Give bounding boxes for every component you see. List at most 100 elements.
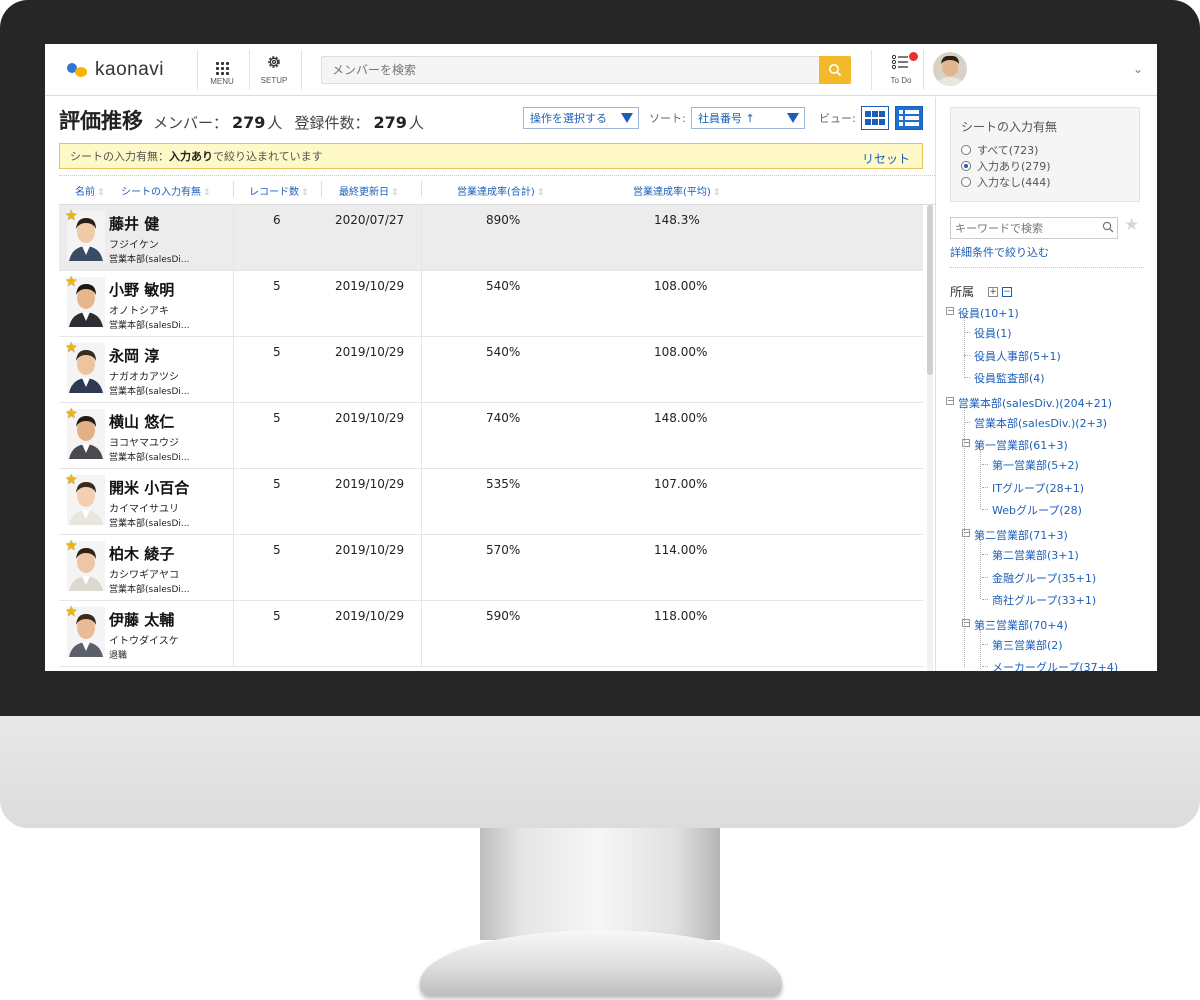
employee-name[interactable]: 永岡 淳 bbox=[109, 345, 159, 366]
divider bbox=[197, 50, 198, 90]
org-tree-node[interactable]: メーカーグループ(37+4) bbox=[992, 659, 1118, 671]
org-tree-node[interactable]: 第一営業部(5+2) bbox=[992, 457, 1079, 473]
filter-suffix: で絞り込まれています bbox=[213, 150, 323, 163]
table-row[interactable]: ★ 横山 悠仁 ヨコヤマユウジ 営業本部(salesDi... 5 2019/10/29 7… bbox=[59, 403, 923, 469]
last-updated-cell: 2020/07/27 bbox=[335, 213, 405, 227]
tree-collapse-icon[interactable]: − bbox=[962, 529, 970, 537]
action-select-label: 操作を選択する bbox=[530, 112, 607, 125]
sales-average-cell: 108.00% bbox=[654, 279, 708, 293]
members-label: メンバー： bbox=[153, 114, 229, 132]
org-tree-node[interactable]: 第二営業部(3+1) bbox=[992, 547, 1079, 563]
user-avatar[interactable] bbox=[933, 52, 967, 86]
favorite-star-icon[interactable]: ★ bbox=[65, 407, 78, 421]
tree-collapse-icon[interactable]: − bbox=[946, 307, 954, 315]
member-search-input[interactable] bbox=[322, 57, 812, 83]
favorite-star-icon[interactable]: ★ bbox=[65, 473, 78, 487]
grid-view-button[interactable] bbox=[861, 106, 889, 130]
chevron-down-icon[interactable]: ⌄ bbox=[1133, 62, 1143, 76]
advanced-filter-link[interactable]: 詳細条件で絞り込む bbox=[950, 244, 1049, 260]
table-row[interactable]: ★ 藤井 健フジイケン 営業本部(salesDi... 6 2020/07/27 890%… bbox=[59, 205, 923, 271]
filter-prefix: シートの入力有無： bbox=[70, 150, 169, 163]
last-updated-cell: 2019/10/29 bbox=[335, 477, 405, 491]
search-button[interactable] bbox=[819, 56, 851, 84]
employee-name[interactable]: 開米 小百合 bbox=[109, 477, 189, 498]
column-header-records[interactable]: レコード数 ⇕ bbox=[249, 183, 309, 198]
radio-button[interactable] bbox=[961, 177, 971, 187]
radio-option-filled[interactable]: 入力あり(279) bbox=[961, 158, 1051, 174]
todo-button[interactable]: To Do bbox=[881, 50, 921, 90]
org-tree-node[interactable]: 第一営業部(61+3) bbox=[974, 437, 1068, 453]
scrollbar[interactable] bbox=[927, 205, 933, 671]
column-header-total[interactable]: 営業達成率(合計) ⇕ bbox=[457, 183, 544, 198]
employee-name[interactable]: 小野 敏明 bbox=[109, 279, 174, 300]
sort-arrows-icon: ⇕ bbox=[536, 188, 545, 198]
divider bbox=[249, 50, 250, 90]
tree-connector bbox=[982, 599, 988, 600]
search-icon[interactable] bbox=[1102, 221, 1114, 233]
favorite-star-icon[interactable]: ★ bbox=[65, 209, 78, 223]
tree-collapse-icon[interactable]: − bbox=[946, 397, 954, 405]
setup-button[interactable]: SETUP bbox=[251, 50, 297, 90]
org-tree-node[interactable]: 第三営業部(70+4) bbox=[974, 617, 1068, 633]
org-tree-node[interactable]: Webグループ(28) bbox=[992, 502, 1082, 518]
radio-label: 入力あり(279) bbox=[977, 160, 1051, 173]
column-header-updated[interactable]: 最終更新日 ⇕ bbox=[339, 183, 399, 198]
org-tree-node[interactable]: 営業本部(salesDiv.)(2+3) bbox=[974, 415, 1107, 431]
divider bbox=[233, 271, 234, 337]
org-tree-node[interactable]: 金融グループ(35+1) bbox=[992, 570, 1096, 586]
org-tree-node[interactable]: 役員監査部(4) bbox=[974, 370, 1045, 386]
table-row[interactable]: ★ 永岡 淳ナガオカアツシ 営業本部(salesDi... 5 2019/10/29 54… bbox=[59, 337, 923, 403]
employee-name[interactable]: 伊藤 太輔 bbox=[109, 609, 174, 630]
favorite-star-icon[interactable]: ★ bbox=[1124, 215, 1139, 235]
scrollbar-thumb[interactable] bbox=[927, 205, 933, 375]
employee-name[interactable]: 柏木 綾子 bbox=[109, 543, 174, 564]
employee-name[interactable]: 藤井 健 bbox=[109, 213, 159, 234]
org-tree-node[interactable]: ITグループ(28+1) bbox=[992, 480, 1084, 496]
reset-filter-link[interactable]: リセット bbox=[862, 150, 910, 167]
table-row[interactable]: ★ 柏木 綾子 カシワギアヤコ 営業本部(salesDi... 5 2019/10/29 5… bbox=[59, 535, 923, 601]
collapse-all-icon[interactable]: − bbox=[1002, 286, 1013, 297]
table-row[interactable]: ★ 小野 敏明 オノトシアキ 営業本部(salesDi... 5 2019/10/29 54… bbox=[59, 271, 923, 337]
tree-connector bbox=[982, 487, 988, 488]
org-tree-node[interactable]: 役員人事部(5+1) bbox=[974, 348, 1061, 364]
expand-all-icon[interactable]: + bbox=[988, 286, 999, 297]
menu-button[interactable]: MENU bbox=[199, 50, 245, 90]
org-tree-node[interactable]: 役員(10+1) bbox=[958, 305, 1019, 321]
radio-option-empty[interactable]: 入力なし(444) bbox=[961, 174, 1051, 190]
column-header-average[interactable]: 営業達成率(平均) ⇕ bbox=[633, 183, 720, 198]
org-tree: − 役員(10+1) 役員(1) 役員人事部(5+1) 役員監査部(4) − 営業本部(sa… bbox=[936, 297, 1157, 671]
employee-name[interactable]: 横山 悠仁 bbox=[109, 411, 174, 432]
sort-select[interactable]: 社員番号 ↑ bbox=[691, 107, 805, 129]
org-tree-node[interactable]: 第三営業部(2) bbox=[992, 637, 1063, 653]
org-tree-node[interactable]: 商社グループ(33+1) bbox=[992, 592, 1096, 608]
table-row[interactable]: ★ 伊藤 太輔 イトウダイスケ 退職 5 2019/10/29 590% 118.00% bbox=[59, 601, 923, 667]
table-row[interactable]: ★ 開米 小百合 カイマイサユリ 営業本部(salesDi... 5 2019/10/29… bbox=[59, 469, 923, 535]
records-count: 279 bbox=[373, 113, 407, 132]
favorite-star-icon[interactable]: ★ bbox=[65, 605, 78, 619]
tree-connector bbox=[964, 355, 970, 356]
column-header-name[interactable]: 名前 ⇕ bbox=[75, 183, 105, 198]
org-tree-node[interactable]: 役員(1) bbox=[974, 325, 1012, 341]
column-header-sheet[interactable]: シートの入力有無 ⇕ bbox=[121, 183, 211, 198]
org-tree-node[interactable]: 営業本部(salesDiv.)(204+21) bbox=[958, 395, 1112, 411]
list-view-button[interactable] bbox=[895, 106, 923, 130]
favorite-star-icon[interactable]: ★ bbox=[65, 275, 78, 289]
sales-total-cell: 590% bbox=[486, 609, 521, 623]
radio-option-all[interactable]: すべて(723) bbox=[961, 142, 1038, 158]
favorite-star-icon[interactable]: ★ bbox=[65, 539, 78, 553]
favorite-star-icon[interactable]: ★ bbox=[65, 341, 78, 355]
org-tree-node[interactable]: 第二営業部(71+3) bbox=[974, 527, 1068, 543]
kaonavi-logo[interactable]: kaonavi bbox=[65, 58, 164, 82]
radio-button[interactable] bbox=[961, 145, 971, 155]
radio-button[interactable] bbox=[961, 161, 971, 171]
tree-connector bbox=[964, 377, 970, 378]
action-select[interactable]: 操作を選択する bbox=[523, 107, 639, 129]
view-label: ビュー: bbox=[819, 112, 856, 125]
last-updated-cell: 2019/10/29 bbox=[335, 345, 405, 359]
notification-badge bbox=[909, 52, 918, 61]
tree-collapse-icon[interactable]: − bbox=[962, 619, 970, 627]
sheet-filter-title: シートの入力有無 bbox=[961, 120, 1058, 134]
tree-collapse-icon[interactable]: − bbox=[962, 439, 970, 447]
records-unit: 人 bbox=[408, 114, 424, 132]
keyword-search-input[interactable] bbox=[950, 217, 1118, 239]
